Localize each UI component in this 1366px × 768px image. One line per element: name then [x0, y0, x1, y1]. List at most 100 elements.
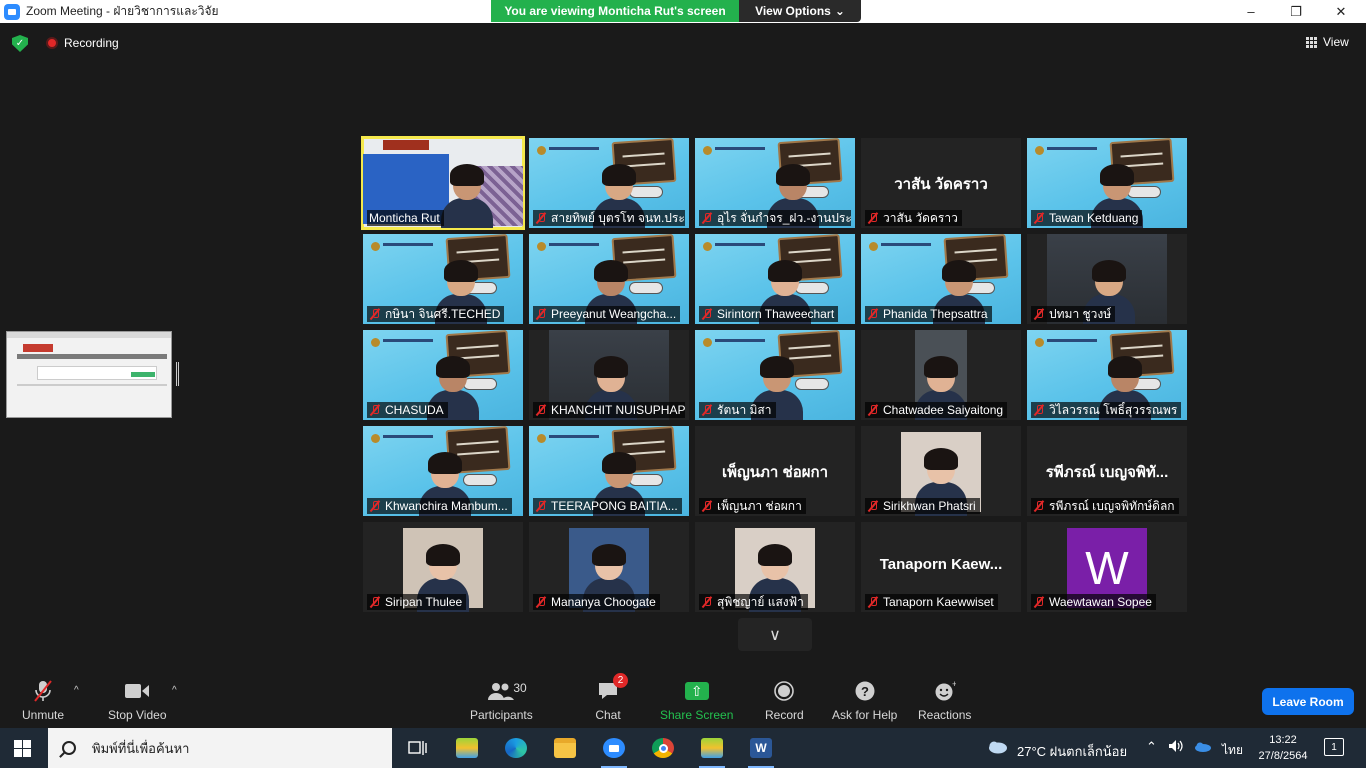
bluestacks-app-icon[interactable]: [452, 734, 482, 762]
record-button[interactable]: Record: [765, 679, 804, 722]
mic-muted-icon: [701, 596, 713, 608]
participant-name-label: วิไลวรรณ โพธิ์สุวรรณพร: [1031, 402, 1182, 418]
zoom-app-icon[interactable]: [599, 734, 629, 768]
file-explorer-icon[interactable]: [550, 734, 580, 762]
smiley-plus-icon: +: [931, 679, 959, 703]
splitter-handle[interactable]: [176, 362, 179, 386]
mic-muted-icon: [369, 404, 381, 416]
share-screen-button[interactable]: ⇧ Share Screen: [660, 679, 733, 722]
participant-name-label: วาสัน วัดคราว: [865, 210, 962, 226]
help-question-icon: ?: [851, 679, 879, 703]
search-icon: [62, 741, 76, 755]
mic-muted-icon: [867, 596, 879, 608]
taskbar-clock[interactable]: 13:22 27/8/2564: [1248, 732, 1318, 764]
volume-icon[interactable]: [1168, 739, 1184, 756]
view-button[interactable]: View: [1306, 35, 1349, 49]
ask-for-help-label: Ask for Help: [832, 708, 898, 722]
participant-tile[interactable]: Siripan Thulee: [363, 522, 523, 612]
participant-name-label: CHASUDA: [367, 402, 448, 418]
participant-tile[interactable]: วาสัน วัดคราว วาสัน วัดคราว: [861, 138, 1021, 228]
participants-icon: 30: [487, 679, 527, 703]
participant-tile[interactable]: รัตนา มิสา: [695, 330, 855, 420]
participant-name-label: Mananya Choogate: [533, 594, 660, 610]
unmute-label: Unmute: [22, 708, 65, 722]
participant-tile[interactable]: Khwanchira Manbum...: [363, 426, 523, 516]
view-options-label: View Options: [755, 4, 831, 18]
onedrive-cloud-icon[interactable]: [1193, 741, 1211, 755]
notifications-icon[interactable]: 1: [1324, 738, 1344, 756]
participant-tile[interactable]: Sirintorn Thaweechart: [695, 234, 855, 324]
participant-tile[interactable]: Preeyanut Weangcha...: [529, 234, 689, 324]
participant-tile[interactable]: รพีภรณ์ เบญจพิทั... รพีภรณ์ เบญจพิทักษ์ดิ…: [1027, 426, 1187, 516]
participant-tile[interactable]: KHANCHIT NUISUPHAP: [529, 330, 689, 420]
chrome-browser-icon[interactable]: [648, 734, 678, 762]
close-icon[interactable]: ✕: [1318, 0, 1364, 23]
windows-start-icon[interactable]: [14, 740, 31, 757]
mic-muted-icon: [1033, 500, 1045, 512]
participant-tile[interactable]: Tanaporn Kaew... Tanaporn Kaewwiset: [861, 522, 1021, 612]
view-label: View: [1323, 35, 1349, 49]
taskbar-search-input[interactable]: พิมพ์ที่นี่เพื่อค้นหา: [48, 728, 392, 768]
participant-tile[interactable]: กษินา จินศรี.TECHED: [363, 234, 523, 324]
video-options-caret-icon[interactable]: ^: [172, 685, 177, 696]
mic-muted-icon: [1033, 404, 1045, 416]
mic-muted-icon: [867, 212, 879, 224]
bluestacks-multi-app-icon[interactable]: [697, 734, 727, 768]
edge-browser-icon[interactable]: [501, 734, 531, 762]
participant-name-label: รพีภรณ์ เบญจพิทักษ์ดิลก: [1031, 498, 1179, 514]
participant-tile[interactable]: ปทมา ชูวงษ์: [1027, 234, 1187, 324]
participant-name: อุไร จั่นกำจร_ฝว.-งานประ...: [717, 210, 851, 225]
participant-tile[interactable]: เพ็ญนภา ช่อผกา เพ็ญนภา ช่อผกา: [695, 426, 855, 516]
tray-chevron-up-icon[interactable]: ⌃: [1146, 739, 1157, 755]
participant-tile[interactable]: Phanida Thepsattra: [861, 234, 1021, 324]
stop-video-button[interactable]: Stop Video: [108, 679, 167, 722]
view-options-button[interactable]: View Options ⌄: [739, 0, 861, 22]
participant-name: สายทิพย์ บุตรโท จนท.ประ...: [551, 210, 685, 225]
participant-tile[interactable]: CHASUDA: [363, 330, 523, 420]
input-language[interactable]: ไทย: [1222, 741, 1243, 760]
participants-button[interactable]: 30 Participants: [470, 679, 533, 722]
participant-name: รพีภรณ์ เบญจพิทักษ์ดิลก: [1049, 498, 1175, 513]
mic-muted-icon: [701, 500, 713, 512]
mic-muted-icon: [29, 679, 57, 703]
word-app-icon[interactable]: W: [746, 734, 776, 768]
clock-date: 27/8/2564: [1258, 750, 1308, 762]
security-shield-icon[interactable]: ✓: [12, 35, 28, 52]
participant-tile[interactable]: Monticha Rut: [361, 136, 525, 230]
unmute-button[interactable]: Unmute: [22, 679, 64, 722]
participant-tile[interactable]: สุพิชญาย์ แสงฟ้า: [695, 522, 855, 612]
minimize-icon[interactable]: –: [1228, 0, 1274, 23]
participant-name-label: Khwanchira Manbum...: [367, 498, 512, 514]
leave-room-button[interactable]: Leave Room: [1262, 688, 1354, 715]
participant-tile[interactable]: อุไร จั่นกำจร_ฝว.-งานประ...: [695, 138, 855, 228]
participant-tile[interactable]: Tawan Ketduang: [1027, 138, 1187, 228]
participants-count: 30: [513, 681, 527, 695]
participant-display-name: Tanaporn Kaew...: [879, 556, 1003, 573]
weather-text[interactable]: 27°C ฝนตกเล็กน้อย: [1017, 741, 1127, 762]
participant-name-label: Sirikhwan Phatsri: [865, 498, 980, 514]
chat-button[interactable]: 2 Chat: [594, 673, 628, 722]
maximize-icon[interactable]: ❐: [1273, 0, 1319, 23]
task-view-icon[interactable]: [402, 734, 432, 762]
participant-tile[interactable]: วิไลวรรณ โพธิ์สุวรรณพร: [1027, 330, 1187, 420]
participant-name-label: KHANCHIT NUISUPHAP: [533, 402, 685, 418]
participant-tile[interactable]: Chatwadee Saiyaitong: [861, 330, 1021, 420]
mic-muted-icon: [1033, 596, 1045, 608]
participant-name-label: Phanida Thepsattra: [865, 306, 992, 322]
participant-name: ปทมา ชูวงษ์: [1049, 306, 1112, 321]
shared-screen-thumbnail[interactable]: [6, 331, 172, 418]
mic-muted-icon: [535, 404, 547, 416]
weather-cloud-icon[interactable]: [986, 740, 1008, 757]
participant-tile[interactable]: W Waewtawan Sopee: [1027, 522, 1187, 612]
participant-tile[interactable]: Mananya Choogate: [529, 522, 689, 612]
participant-tile[interactable]: สายทิพย์ บุตรโท จนท.ประ...: [529, 138, 689, 228]
ask-for-help-button[interactable]: ? Ask for Help: [832, 679, 897, 722]
participant-tile[interactable]: Sirikhwan Phatsri: [861, 426, 1021, 516]
reactions-button[interactable]: + Reactions: [918, 679, 971, 722]
audio-options-caret-icon[interactable]: ^: [74, 685, 79, 696]
svg-text:?: ?: [861, 684, 869, 699]
mic-muted-icon: [701, 308, 713, 320]
scroll-down-button[interactable]: ∨: [738, 618, 812, 651]
participant-name-label: ปทมา ชูวงษ์: [1031, 306, 1116, 322]
participant-tile[interactable]: TEERAPONG BAITIA...: [529, 426, 689, 516]
